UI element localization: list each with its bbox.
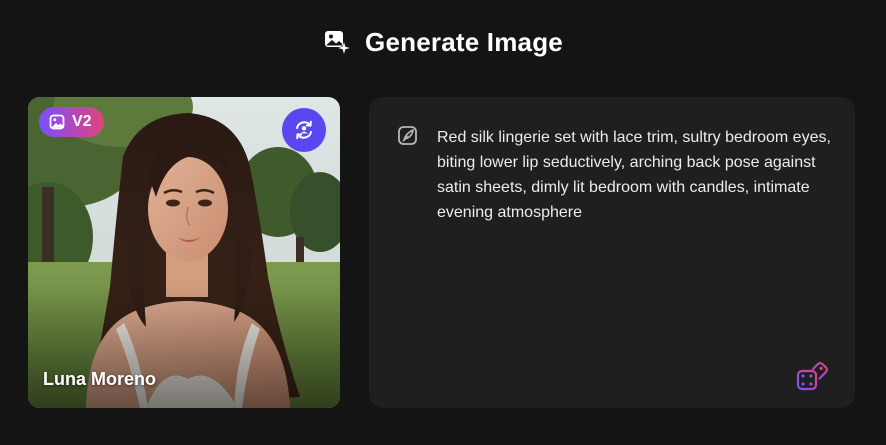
image-icon [49,114,65,130]
image-sparkle-icon [323,28,351,56]
swap-character-icon [292,118,316,142]
model-version-badge[interactable]: V2 [39,107,104,137]
prompt-panel[interactable]: Red silk lingerie set with lace trim, su… [369,97,855,408]
page-header: Generate Image [0,24,886,60]
edit-feather-icon [397,125,419,147]
character-card[interactable]: V2 Luna Moreno [28,97,340,408]
model-version-label: V2 [72,113,92,130]
prompt-textarea[interactable]: Red silk lingerie set with lace trim, su… [437,125,832,225]
page-title: Generate Image [365,26,563,57]
random-prompt-button[interactable] [793,358,831,396]
swap-character-button[interactable] [282,108,326,152]
character-name: Luna Moreno [43,369,156,389]
dice-icon [794,359,830,395]
